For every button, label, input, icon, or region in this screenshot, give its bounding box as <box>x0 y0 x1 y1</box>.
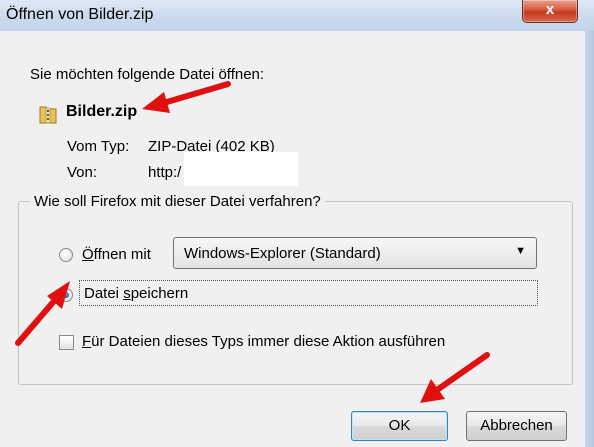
open-with-radio[interactable] <box>59 248 73 262</box>
always-do-accel: F <box>82 333 92 350</box>
save-file-accel: s <box>123 285 131 302</box>
open-with-label[interactable]: Öffnen mit <box>82 246 151 263</box>
file-name: Bilder.zip <box>66 103 138 120</box>
redaction-box <box>184 152 298 186</box>
chevron-down-icon: ▼ <box>515 245 526 257</box>
close-button[interactable]: x <box>522 0 578 23</box>
type-label: Vom Typ: <box>67 138 130 155</box>
open-with-select-value: Windows-Explorer (Standard) <box>184 245 381 262</box>
title-bar: Öffnen von Bilder.zip x <box>0 0 594 32</box>
save-file-label-prefix: Datei <box>84 285 124 302</box>
close-icon: x <box>545 1 555 18</box>
cancel-button[interactable]: Abbrechen <box>466 411 567 441</box>
source-url: http:/ <box>148 164 182 181</box>
save-file-radio[interactable] <box>59 288 73 302</box>
open-with-select[interactable]: Windows-Explorer (Standard) ▼ <box>173 237 537 269</box>
save-file-label[interactable]: Datei speichern <box>84 285 188 302</box>
always-do-label-rest: ür Dateien dieses Typs immer diese Aktio… <box>91 333 446 350</box>
always-do-checkbox[interactable] <box>59 335 74 350</box>
source-label: Von: <box>67 164 98 181</box>
open-with-accel: Ö <box>82 246 94 263</box>
dialog-body: Sie möchten folgende Datei öffnen: Bilde… <box>0 31 585 447</box>
open-with-label-text: ffnen mit <box>93 246 151 263</box>
zip-file-icon <box>39 106 57 124</box>
action-group-legend: Wie soll Firefox mit dieser Datei verfah… <box>30 193 325 210</box>
save-file-label-rest: peichern <box>130 285 189 302</box>
open-prompt: Sie möchten folgende Datei öffnen: <box>30 66 265 83</box>
always-do-label[interactable]: Für Dateien dieses Typs immer diese Akti… <box>82 333 445 350</box>
window-title: Öffnen von Bilder.zip <box>6 6 154 23</box>
ok-button[interactable]: OK <box>351 411 448 441</box>
window-frame-right <box>585 31 594 447</box>
